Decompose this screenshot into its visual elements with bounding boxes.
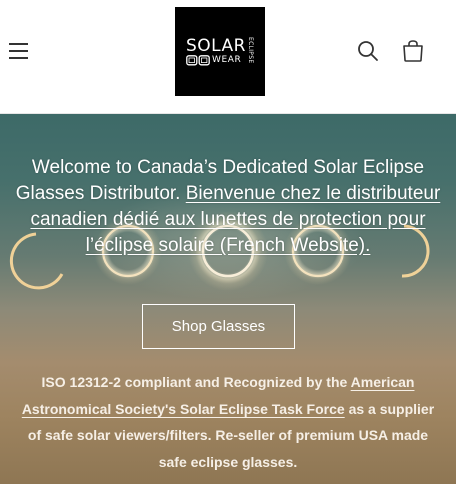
section-divider [0,484,456,490]
cart-button[interactable] [401,39,425,63]
logo-word-eyewear: WEAR [212,55,242,65]
search-icon [358,41,378,61]
site-header: SOLAR WEAR ECLIPSE [0,0,456,114]
compliance-statement: ISO 12312-2 compliant and Recognized by … [14,369,442,475]
menu-button[interactable] [6,38,32,64]
logo-word-eclipse: ECLIPSE [247,37,254,64]
search-button[interactable] [357,40,379,62]
shopping-bag-icon [403,40,423,62]
hamburger-icon [9,43,28,59]
hero-heading: Welcome to Canada’s Dedicated Solar Ecli… [12,155,444,259]
site-logo[interactable]: SOLAR WEAR ECLIPSE [175,7,265,96]
logo-word-solar: SOLAR [186,36,246,56]
hero-banner: Welcome to Canada’s Dedicated Solar Ecli… [0,114,456,490]
shop-glasses-button[interactable]: Shop Glasses [142,304,295,349]
glasses-icon [186,55,210,66]
compliance-prefix: ISO 12312-2 compliant and Recognized by … [41,374,348,390]
